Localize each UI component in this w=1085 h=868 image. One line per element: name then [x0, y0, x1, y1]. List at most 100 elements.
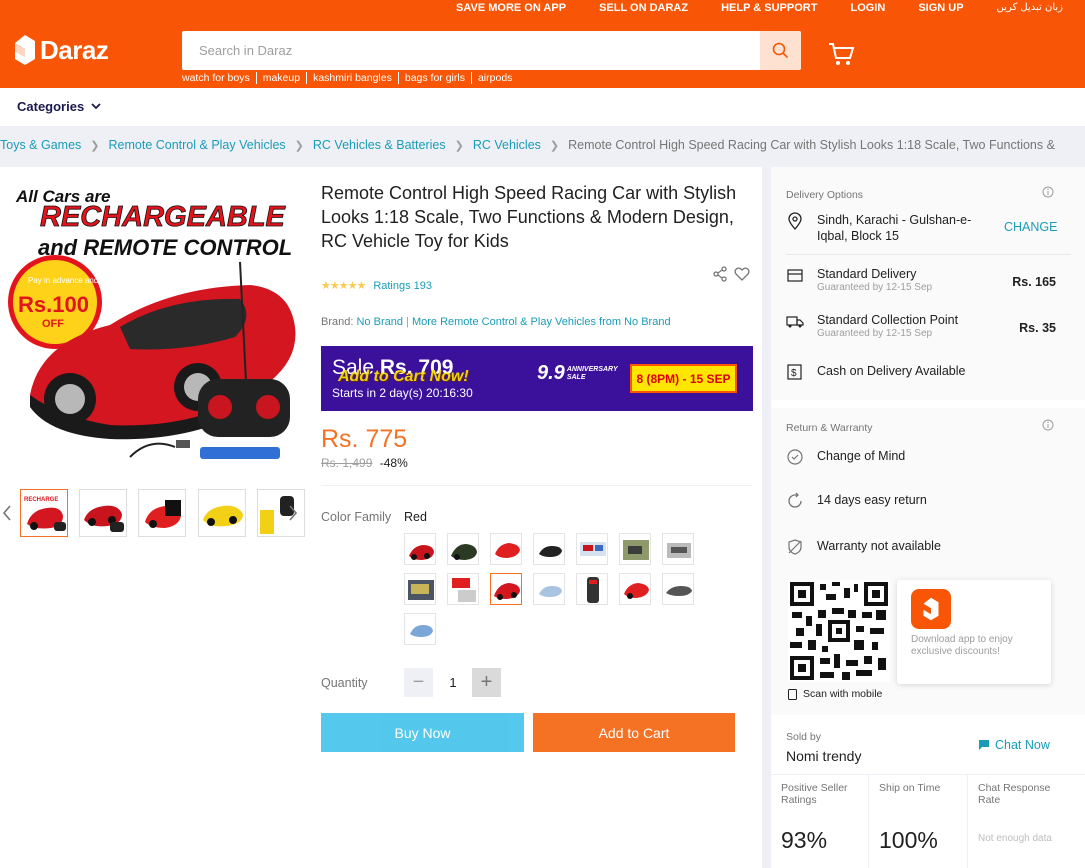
image-badge-off: OFF: [42, 318, 64, 330]
chat-now-button[interactable]: Chat Now: [978, 738, 1050, 752]
thumbnail-strip: RECHARGE: [0, 489, 305, 539]
suggestion-link[interactable]: makeup: [255, 72, 306, 84]
color-swatch[interactable]: [576, 533, 608, 565]
color-swatch[interactable]: [619, 573, 651, 605]
scan-text: Scan with mobile: [803, 688, 883, 700]
color-swatch[interactable]: [619, 533, 651, 565]
suggestion-link[interactable]: watch for boys: [182, 72, 256, 84]
download-app-card[interactable]: Download app to enjoy exclusive discount…: [897, 580, 1051, 684]
help-support-link[interactable]: HELP & SUPPORT: [721, 2, 817, 16]
color-swatch[interactable]: [662, 573, 694, 605]
thumbnail-1[interactable]: RECHARGE: [20, 489, 68, 537]
delivery-options-title: Delivery Options: [786, 189, 864, 201]
breadcrumb: Toys & Games ❯ Remote Control & Play Veh…: [0, 138, 1055, 152]
warranty-item-change-of-mind: Change of Mind: [786, 448, 1071, 466]
location-text: Sindh, Karachi - Gulshan-e-Iqbal, Block …: [817, 213, 972, 243]
breadcrumb-link[interactable]: RC Vehicles: [473, 138, 541, 152]
cash-on-delivery: $ Cash on Delivery Available: [786, 363, 1071, 381]
app-qr-code: [788, 580, 890, 682]
add-to-cart-button[interactable]: Add to Cart: [533, 713, 735, 752]
quantity-input[interactable]: 1: [443, 675, 463, 690]
categories-menu[interactable]: Categories: [17, 99, 84, 114]
save-more-on-app-link[interactable]: SAVE MORE ON APP: [456, 2, 566, 16]
color-swatch[interactable]: [447, 573, 479, 605]
search-suggestions: watch for boys makeup kashmiri bangles b…: [182, 72, 518, 84]
chevron-down-icon[interactable]: [90, 100, 102, 112]
thumbnail-2[interactable]: [79, 489, 127, 537]
daraz-app-icon: [911, 589, 951, 629]
warranty-text: 14 days easy return: [817, 493, 927, 507]
color-swatch[interactable]: [576, 573, 608, 605]
thumbnail-3[interactable]: [138, 489, 186, 537]
delivery-option-eta: Guaranteed by 12-15 Sep: [817, 328, 933, 339]
change-location-link[interactable]: CHANGE: [1004, 220, 1057, 234]
stat-value: Not enough data: [978, 833, 1052, 844]
ratings-link[interactable]: Ratings 193: [373, 280, 432, 292]
color-swatch[interactable]: [404, 533, 436, 565]
shield-off-icon: [788, 539, 802, 555]
color-swatch[interactable]: [662, 533, 694, 565]
seller-name[interactable]: Nomi trendy: [786, 748, 861, 764]
color-swatch[interactable]: [490, 533, 522, 565]
breadcrumb-link[interactable]: Toys & Games: [0, 138, 81, 152]
search-input[interactable]: Search in Daraz: [199, 43, 292, 58]
delivery-option-eta: Guaranteed by 12-15 Sep: [817, 282, 933, 293]
search-button[interactable]: [760, 31, 801, 70]
search-icon: [772, 42, 789, 59]
top-links: SAVE MORE ON APP SELL ON DARAZ HELP & SU…: [423, 2, 1085, 16]
daraz-logo[interactable]: Daraz: [14, 34, 109, 66]
delivery-option-standard: Standard Delivery Guaranteed by 12-15 Se…: [786, 266, 1071, 294]
more-from-brand-link[interactable]: More Remote Control & Play Vehicles from…: [412, 316, 671, 328]
cart-icon[interactable]: [827, 40, 855, 68]
breadcrumb-current: Remote Control High Speed Racing Car wit…: [568, 138, 1055, 152]
info-icon[interactable]: [1042, 186, 1054, 198]
color-swatch[interactable]: [533, 573, 565, 605]
share-icon[interactable]: [712, 266, 728, 282]
buy-now-button[interactable]: Buy Now: [321, 713, 524, 752]
search-bar[interactable]: Search in Daraz: [182, 31, 801, 70]
suggestion-link[interactable]: airpods: [470, 72, 518, 84]
chevron-right-icon[interactable]: [288, 505, 298, 521]
quantity-increase-button[interactable]: +: [472, 668, 501, 697]
daraz-logo-icon: [15, 35, 35, 65]
flash-sale-banner[interactable]: Sale Rs. 709 Add to Cart Now! Starts in …: [321, 346, 753, 411]
stat-label: Chat Response Rate: [978, 782, 1051, 806]
brand-link[interactable]: No Brand: [356, 316, 402, 328]
info-icon[interactable]: [1042, 419, 1054, 431]
login-link[interactable]: LOGIN: [850, 2, 885, 16]
product-title: Remote Control High Speed Racing Car wit…: [321, 183, 737, 251]
color-swatch[interactable]: [404, 613, 436, 645]
signup-link[interactable]: SIGN UP: [918, 2, 963, 16]
color-swatch-selected[interactable]: [490, 573, 522, 605]
truck-icon: [786, 316, 804, 328]
suggestion-link[interactable]: bags for girls: [397, 72, 471, 84]
delivery-option-name: Standard Collection Point: [817, 313, 959, 327]
event-logo: 9.9 ANNIVERSARY SALE: [537, 362, 618, 385]
delivery-fee: Rs. 165: [1012, 275, 1056, 289]
banner-cta: Add to Cart Now!: [338, 368, 469, 385]
svg-text:$: $: [791, 368, 797, 379]
suggestion-link[interactable]: kashmiri bangles: [306, 72, 398, 84]
scan-with-mobile: Scan with mobile: [788, 688, 882, 700]
wishlist-heart-icon[interactable]: [734, 266, 750, 282]
delivery-option-name: Standard Delivery: [817, 267, 917, 281]
stat-label: Positive Seller Ratings: [781, 782, 848, 806]
star-rating-icon: ★★★★★: [321, 280, 366, 292]
chevron-right-icon: ❯: [454, 139, 464, 152]
product-main-image[interactable]: All Cars are RECHARGEABLE and REMOTE CON…: [0, 167, 305, 477]
color-swatch[interactable]: [404, 573, 436, 605]
brand-info: Brand: No Brand | More Remote Control & …: [321, 316, 671, 328]
quantity-decrease-button[interactable]: −: [404, 668, 433, 697]
seller-card: Sold by Nomi trendy Chat Now Positive Se…: [771, 715, 1085, 868]
cod-text: Cash on Delivery Available: [817, 364, 966, 378]
breadcrumb-link[interactable]: RC Vehicles & Batteries: [313, 138, 446, 152]
color-swatch[interactable]: [447, 533, 479, 565]
thumbnail-4[interactable]: [198, 489, 246, 537]
language-switch-link[interactable]: زبان تبدیل کریں: [997, 2, 1063, 16]
sell-on-daraz-link[interactable]: SELL ON DARAZ: [599, 2, 688, 16]
breadcrumb-link[interactable]: Remote Control & Play Vehicles: [109, 138, 286, 152]
section-gap: [771, 400, 1085, 408]
chevron-left-icon[interactable]: [2, 505, 12, 521]
product-image-art: All Cars are RECHARGEABLE and REMOTE CON…: [0, 167, 305, 477]
color-swatch[interactable]: [533, 533, 565, 565]
